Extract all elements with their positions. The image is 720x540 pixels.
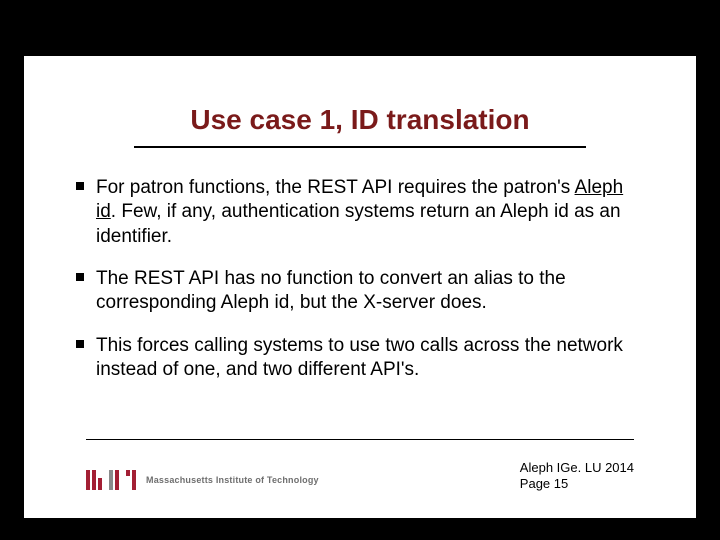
bullet-list: For patron functions, the REST API requi… [76, 176, 644, 382]
slide-title: Use case 1, ID translation [190, 104, 529, 140]
bullet-square-icon [76, 334, 96, 348]
text-segment: . Few, if any, authentication systems re… [96, 201, 621, 246]
bullet-square-icon [76, 176, 96, 190]
mit-logo-icon [86, 470, 136, 490]
mit-logo-text: Massachusetts Institute of Technology [146, 475, 319, 485]
footer-rule [86, 439, 634, 440]
footer-text: Aleph IGe. LU 2014 Page 15 [520, 460, 634, 493]
bullet-text: For patron functions, the REST API requi… [96, 176, 644, 249]
text-segment: The REST API has no function to convert … [96, 268, 566, 313]
list-item: The REST API has no function to convert … [76, 267, 644, 316]
list-item: For patron functions, the REST API requi… [76, 176, 644, 249]
slide: Use case 1, ID translation For patron fu… [24, 56, 696, 518]
footer-line2: Page 15 [520, 476, 634, 492]
mit-logo: Massachusetts Institute of Technology [86, 470, 319, 490]
title-wrap: Use case 1, ID translation [24, 56, 696, 148]
bullet-text: This forces calling systems to use two c… [96, 334, 644, 383]
bullet-square-icon [76, 267, 96, 281]
list-item: This forces calling systems to use two c… [76, 334, 644, 383]
bullet-text: The REST API has no function to convert … [96, 267, 644, 316]
text-segment: For patron functions, the REST API requi… [96, 177, 575, 198]
footer-line1: Aleph IGe. LU 2014 [520, 460, 634, 476]
title-rule [134, 146, 586, 148]
text-segment: This forces calling systems to use two c… [96, 335, 623, 380]
